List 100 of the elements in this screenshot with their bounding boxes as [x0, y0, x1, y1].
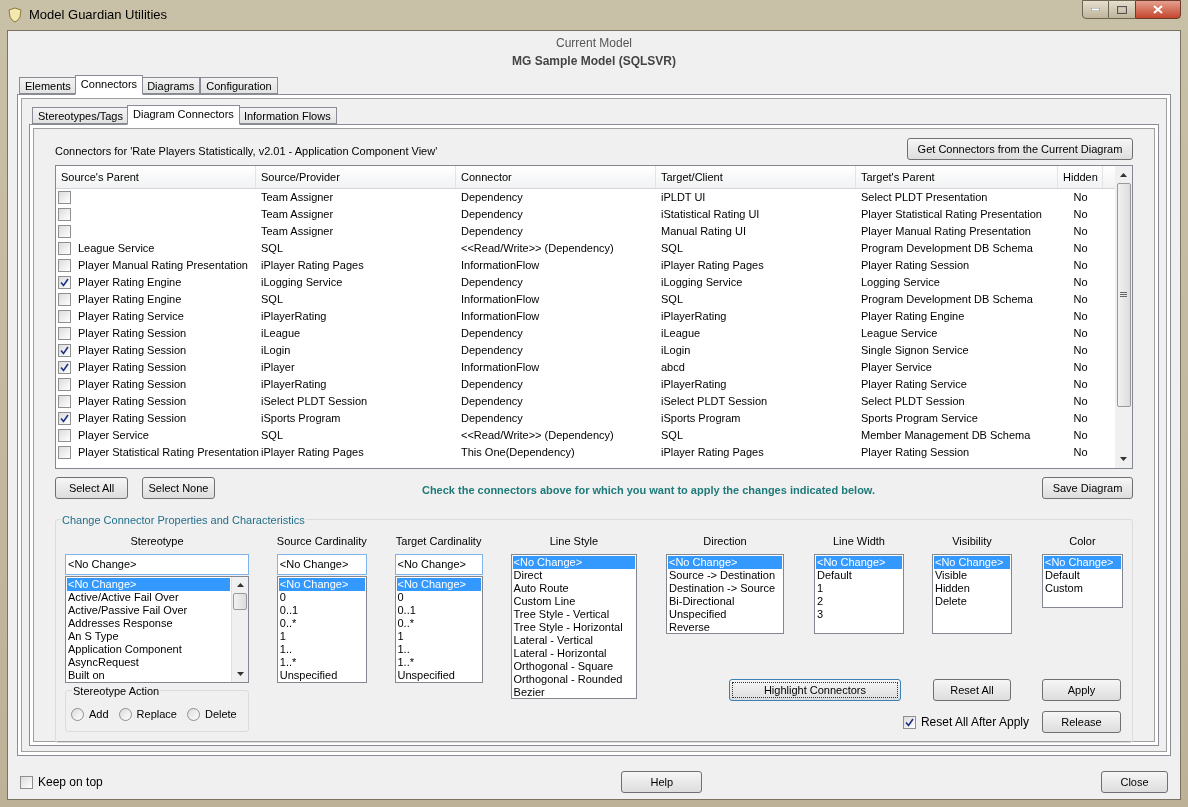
- tab[interactable]: Configuration: [200, 77, 278, 94]
- highlight-connectors-button[interactable]: Highlight Connectors: [728, 679, 901, 701]
- list-item[interactable]: Default: [1043, 569, 1121, 582]
- list-item[interactable]: Unspecified: [667, 608, 782, 621]
- checkbox[interactable]: [58, 327, 71, 340]
- list-item[interactable]: 1..: [278, 643, 365, 656]
- list-box[interactable]: <No Change> Default Custom: [1041, 554, 1123, 608]
- list-item[interactable]: Reverse: [667, 621, 782, 634]
- list-item[interactable]: Orthogonal - Square: [512, 660, 636, 673]
- checkbox[interactable]: [58, 378, 71, 391]
- list-item[interactable]: Source -> Destination: [667, 569, 782, 582]
- column-header[interactable]: Target's Parent: [856, 166, 1058, 188]
- list-item[interactable]: Delete: [933, 595, 1010, 608]
- combo-field[interactable]: <No Change>: [394, 554, 483, 575]
- list-item[interactable]: Bi-Directional: [667, 595, 782, 608]
- list-item[interactable]: Lateral - Horizontal: [512, 647, 636, 660]
- list-item[interactable]: Tree Style - Horizontal: [512, 621, 636, 634]
- checkbox[interactable]: [58, 310, 71, 323]
- list-item[interactable]: Bezier: [512, 686, 636, 699]
- list-item[interactable]: 1..: [396, 643, 481, 656]
- checkbox[interactable]: [902, 715, 916, 729]
- checkbox[interactable]: [58, 344, 71, 357]
- radio-button[interactable]: [186, 707, 200, 721]
- list-item[interactable]: 1: [278, 630, 365, 643]
- list-item[interactable]: Custom: [1043, 582, 1121, 595]
- list-item[interactable]: Visible: [933, 569, 1010, 582]
- release-button[interactable]: Release: [1041, 711, 1121, 733]
- combo-field[interactable]: <No Change>: [276, 554, 367, 575]
- list-item[interactable]: Built on: [67, 669, 230, 682]
- list-item[interactable]: Direct: [512, 569, 636, 582]
- list-item[interactable]: Active/Active Fail Over: [67, 591, 230, 604]
- list-item[interactable]: Auto Route: [512, 582, 636, 595]
- tab[interactable]: Diagram Connectors: [127, 105, 240, 125]
- list-item[interactable]: Orthogonal - Rounded: [512, 673, 636, 686]
- scroll-thumb[interactable]: [233, 593, 247, 610]
- combo-field[interactable]: <No Change>: [65, 554, 249, 575]
- tab[interactable]: Information Flows: [237, 107, 337, 124]
- checkbox[interactable]: [58, 361, 71, 374]
- list-item[interactable]: Unspecified: [278, 669, 365, 682]
- list-item[interactable]: Application Component: [67, 643, 230, 656]
- help-button[interactable]: Help: [621, 771, 703, 793]
- list-item[interactable]: Custom Line: [512, 595, 636, 608]
- tab[interactable]: Diagrams: [141, 77, 201, 94]
- list-box[interactable]: <No Change> 0 0..1 0..* 1 1.. 1..* Unspecified: [276, 576, 367, 683]
- list-item[interactable]: 0..*: [396, 617, 481, 630]
- list-item[interactable]: 1: [815, 582, 902, 595]
- minimize-button[interactable]: [1082, 0, 1109, 19]
- column-header[interactable]: Hidden: [1058, 166, 1103, 188]
- list-item[interactable]: An S Type: [67, 630, 230, 643]
- radio-button[interactable]: [71, 707, 84, 721]
- scrollbar[interactable]: [231, 577, 248, 682]
- checkbox[interactable]: [58, 412, 71, 425]
- list-item[interactable]: Default: [815, 569, 902, 582]
- column-header[interactable]: Source/Provider: [256, 166, 456, 188]
- scrollbar[interactable]: [1115, 166, 1132, 468]
- list-item[interactable]: Tree Style - Vertical: [512, 608, 636, 621]
- apply-button[interactable]: Apply: [1041, 679, 1121, 701]
- list-item[interactable]: Addresses Response: [67, 617, 230, 630]
- save-diagram-button[interactable]: Save Diagram: [1042, 477, 1133, 499]
- list-item[interactable]: 1..*: [278, 656, 365, 669]
- list-item[interactable]: 3: [815, 608, 902, 621]
- tab[interactable]: Connectors: [74, 75, 144, 95]
- list-box[interactable]: <No Change> Visible Hidden Delete: [931, 554, 1012, 634]
- reset-all-button[interactable]: Reset All: [932, 679, 1011, 701]
- list-item[interactable]: Unspecified: [396, 669, 481, 682]
- checkbox[interactable]: [20, 775, 33, 789]
- checkbox[interactable]: [58, 242, 71, 255]
- list-item[interactable]: 1: [396, 630, 481, 643]
- select-none-button[interactable]: Select None: [142, 477, 215, 499]
- list-item[interactable]: 0: [396, 591, 481, 604]
- maximize-button[interactable]: [1109, 0, 1135, 19]
- get-connectors-button[interactable]: Get Connectors from the Current Diagram: [907, 138, 1133, 160]
- tab[interactable]: Stereotypes/Tags: [32, 107, 129, 124]
- checkbox[interactable]: [58, 429, 71, 442]
- checkbox[interactable]: [58, 191, 71, 204]
- list-box[interactable]: <No Change> Active/Active Fail Over Active/Passive Fail Over Addresses Response An S Type Application Component AsyncRequest Built on: [65, 576, 249, 683]
- checkbox[interactable]: [58, 225, 71, 238]
- radio-button[interactable]: [118, 707, 132, 721]
- checkbox[interactable]: [58, 259, 71, 272]
- close-button[interactable]: Close: [1101, 771, 1168, 793]
- list-box[interactable]: <No Change> Default 1 2 3: [813, 554, 904, 634]
- checkbox[interactable]: [58, 293, 71, 306]
- checkbox[interactable]: [58, 208, 71, 221]
- list-box[interactable]: <No Change> 0 0..1 0..* 1 1.. 1..* Unspecified: [394, 576, 483, 683]
- list-item[interactable]: 0..*: [278, 617, 365, 630]
- checkbox[interactable]: [58, 446, 71, 459]
- list-item[interactable]: 0..1: [396, 604, 481, 617]
- list-item[interactable]: Active/Passive Fail Over: [67, 604, 230, 617]
- list-item[interactable]: Lateral - Vertical: [512, 634, 636, 647]
- checkbox[interactable]: [58, 276, 71, 289]
- select-all-button[interactable]: Select All: [55, 477, 128, 499]
- list-box[interactable]: <No Change> Direct Auto Route Custom Line Tree Style - Vertical Tree Style - Horizontal Lateral - Vertical Lateral - Horizontal Orthogonal - Square Orthogonal - Rounded Bezier: [510, 554, 638, 699]
- list-item[interactable]: 0: [278, 591, 365, 604]
- list-item[interactable]: 1..*: [396, 656, 481, 669]
- list-box[interactable]: <No Change> Source -> Destination Destination -> Source Bi-Directional Unspecified Reverse: [665, 554, 784, 634]
- column-header[interactable]: Target/Client: [656, 166, 856, 188]
- list-item[interactable]: 0..1: [278, 604, 365, 617]
- scroll-thumb[interactable]: [1116, 183, 1131, 407]
- list-item[interactable]: AsyncRequest: [67, 656, 230, 669]
- column-header[interactable]: Source's Parent: [56, 166, 256, 188]
